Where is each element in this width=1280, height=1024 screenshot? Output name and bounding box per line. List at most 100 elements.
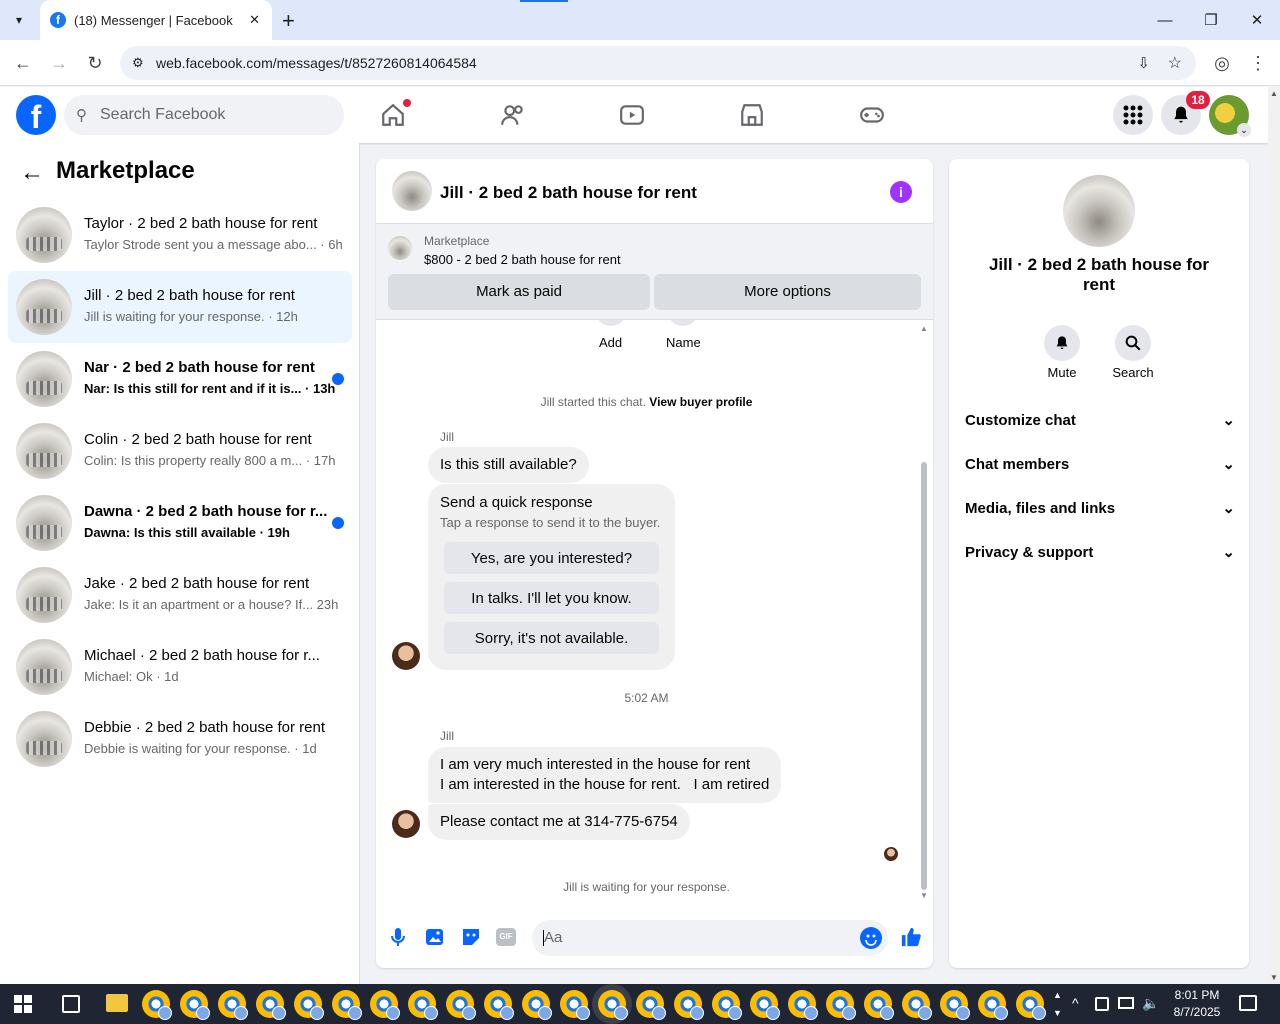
sender-avatar[interactable] <box>392 642 420 670</box>
chrome-profile-icon[interactable] <box>788 990 818 1020</box>
quick-response-unavailable-button[interactable]: Sorry, it's not available. <box>444 622 659 654</box>
restore-button[interactable]: ❐ <box>1188 0 1234 40</box>
new-tab-button[interactable]: + <box>282 8 295 34</box>
privacy-support-section[interactable]: Privacy & support ⌄ <box>965 530 1235 574</box>
sticker-icon[interactable] <box>460 926 482 953</box>
like-thumb-icon[interactable] <box>900 926 922 953</box>
details-avatar[interactable] <box>1063 175 1135 247</box>
install-icon[interactable]: ⇩ <box>1137 54 1150 72</box>
chrome-profile-icon[interactable] <box>940 990 970 1020</box>
url-field[interactable]: ⚙ web.facebook.com/messages/t/8527260814… <box>120 46 1196 80</box>
add-label[interactable]: Add <box>599 335 622 350</box>
mark-as-paid-button[interactable]: Mark as paid <box>388 274 650 310</box>
emoji-icon[interactable] <box>860 927 882 949</box>
minimize-button[interactable]: — <box>1142 0 1188 40</box>
chrome-profile-icon[interactable] <box>522 990 552 1020</box>
reload-icon[interactable]: ↻ <box>78 46 112 80</box>
customize-chat-section[interactable]: Customize chat ⌄ <box>965 398 1235 442</box>
message-bubble-2[interactable]: I am very much interested in the house f… <box>428 747 782 803</box>
chrome-profile-icon[interactable] <box>674 990 704 1020</box>
chrome-profile-icon[interactable] <box>218 990 248 1020</box>
conversation-item[interactable]: Nar · 2 bed 2 bath house for rent Nar: Is… <box>8 343 352 415</box>
account-avatar[interactable]: ⌄ <box>1209 95 1251 137</box>
browser-tab[interactable]: f (18) Messenger | Facebook ✕ <box>40 0 272 40</box>
start-button-icon[interactable] <box>14 995 32 1013</box>
message-bubble-3[interactable]: Please contact me at 314-775-6754 <box>428 804 690 840</box>
network-icon[interactable] <box>1118 997 1134 1009</box>
sender-avatar-2[interactable] <box>392 810 420 838</box>
tab-search-dropdown[interactable]: ▾ <box>6 8 32 32</box>
tab-close-icon[interactable]: ✕ <box>249 12 260 28</box>
home-icon[interactable] <box>373 95 413 135</box>
task-view-icon[interactable] <box>62 995 80 1013</box>
chat-members-section[interactable]: Chat members ⌄ <box>965 442 1235 486</box>
browser-menu-icon[interactable]: ⋮ <box>1241 46 1275 80</box>
message-input[interactable]: Aa <box>532 920 888 956</box>
chrome-profile-icon[interactable] <box>560 990 590 1020</box>
chrome-profile-icon[interactable] <box>864 990 894 1020</box>
chat-header-thumb[interactable] <box>392 171 432 211</box>
conversation-item[interactable]: Jake · 2 bed 2 bath house for rent Jake: … <box>8 559 352 631</box>
add-contact-icon[interactable] <box>595 320 627 326</box>
chrome-profile-icon[interactable] <box>484 990 514 1020</box>
site-info-icon[interactable]: ⚙ <box>132 55 144 71</box>
forward-icon[interactable]: → <box>42 46 76 80</box>
gif-icon[interactable]: GIF <box>496 928 516 946</box>
conversation-item[interactable]: Taylor · 2 bed 2 bath house for rent Tayl… <box>8 199 352 271</box>
profile-icon[interactable]: ◎ <box>1205 46 1239 80</box>
name-contact-icon[interactable] <box>667 320 699 326</box>
name-label[interactable]: Name <box>666 335 701 350</box>
facebook-logo[interactable]: f <box>16 95 56 135</box>
listing-title[interactable]: $800 - 2 bed 2 bath house for rent <box>424 252 621 267</box>
file-explorer-icon[interactable] <box>106 994 128 1012</box>
chat-title[interactable]: Jill · 2 bed 2 bath house for rent <box>440 183 697 203</box>
chrome-profile-icon[interactable] <box>598 990 628 1020</box>
message-bubble[interactable]: Is this still available? <box>428 447 589 483</box>
chrome-profile-icon[interactable] <box>142 990 172 1020</box>
video-icon[interactable] <box>612 95 652 135</box>
tray-chevron-icon[interactable]: ^ <box>1072 995 1079 1011</box>
microphone-icon[interactable] <box>388 926 408 953</box>
back-icon[interactable]: ← <box>6 46 40 80</box>
close-window-button[interactable]: ✕ <box>1234 0 1280 40</box>
chrome-profile-icon[interactable] <box>978 990 1008 1020</box>
chrome-profile-icon[interactable] <box>826 990 856 1020</box>
back-arrow-icon[interactable]: ← <box>20 159 44 187</box>
media-files-links-section[interactable]: Media, files and links ⌄ <box>965 486 1235 530</box>
chrome-profile-icon[interactable] <box>446 990 476 1020</box>
chrome-profile-icon[interactable] <box>636 990 666 1020</box>
meet-now-icon[interactable] <box>1095 997 1109 1011</box>
chrome-profile-icon[interactable] <box>408 990 438 1020</box>
bookmark-star-icon[interactable]: ☆ <box>1168 53 1182 73</box>
chrome-profile-icon[interactable] <box>712 990 742 1020</box>
chrome-profile-icon[interactable] <box>750 990 780 1020</box>
listing-thumb[interactable] <box>388 236 412 260</box>
conversation-item[interactable]: Debbie · 2 bed 2 bath house for rent Debb… <box>8 703 352 775</box>
more-options-button[interactable]: More options <box>654 274 921 310</box>
thread-scrollbar[interactable]: ▲ ▼ <box>919 320 929 900</box>
gaming-icon[interactable] <box>852 95 892 135</box>
conversation-item[interactable]: Michael · 2 bed 2 bath house for r... Mic… <box>8 631 352 703</box>
facebook-search-input[interactable]: ⚲ Search Facebook <box>64 95 344 135</box>
conversation-item[interactable]: Dawna · 2 bed 2 bath house for r... Dawna… <box>8 487 352 559</box>
chrome-profile-icon[interactable] <box>332 990 362 1020</box>
marketplace-icon[interactable] <box>732 95 772 135</box>
page-scrollbar[interactable]: ▲ ▼ <box>1268 87 1280 984</box>
clock-time[interactable]: 8:01 PM <box>1172 988 1222 1002</box>
mute-label[interactable]: Mute <box>1034 365 1090 380</box>
friends-icon[interactable] <box>493 95 533 135</box>
chrome-profile-icon[interactable] <box>180 990 210 1020</box>
search-conversation-button[interactable] <box>1115 325 1151 361</box>
mute-button[interactable] <box>1044 325 1080 361</box>
quick-response-talks-button[interactable]: In talks. I'll let you know. <box>444 582 659 614</box>
search-label[interactable]: Search <box>1105 365 1161 380</box>
chrome-profile-icon[interactable] <box>902 990 932 1020</box>
photo-icon[interactable] <box>424 926 446 953</box>
menu-grid-icon[interactable] <box>1113 95 1153 135</box>
chrome-profile-icon[interactable] <box>370 990 400 1020</box>
clock-date[interactable]: 8/7/2025 <box>1168 1005 1226 1019</box>
chrome-profile-icon[interactable] <box>1016 990 1046 1020</box>
volume-icon[interactable]: 🔈 <box>1142 995 1159 1012</box>
chrome-profile-icon[interactable] <box>294 990 324 1020</box>
chrome-profile-icon[interactable] <box>256 990 286 1020</box>
